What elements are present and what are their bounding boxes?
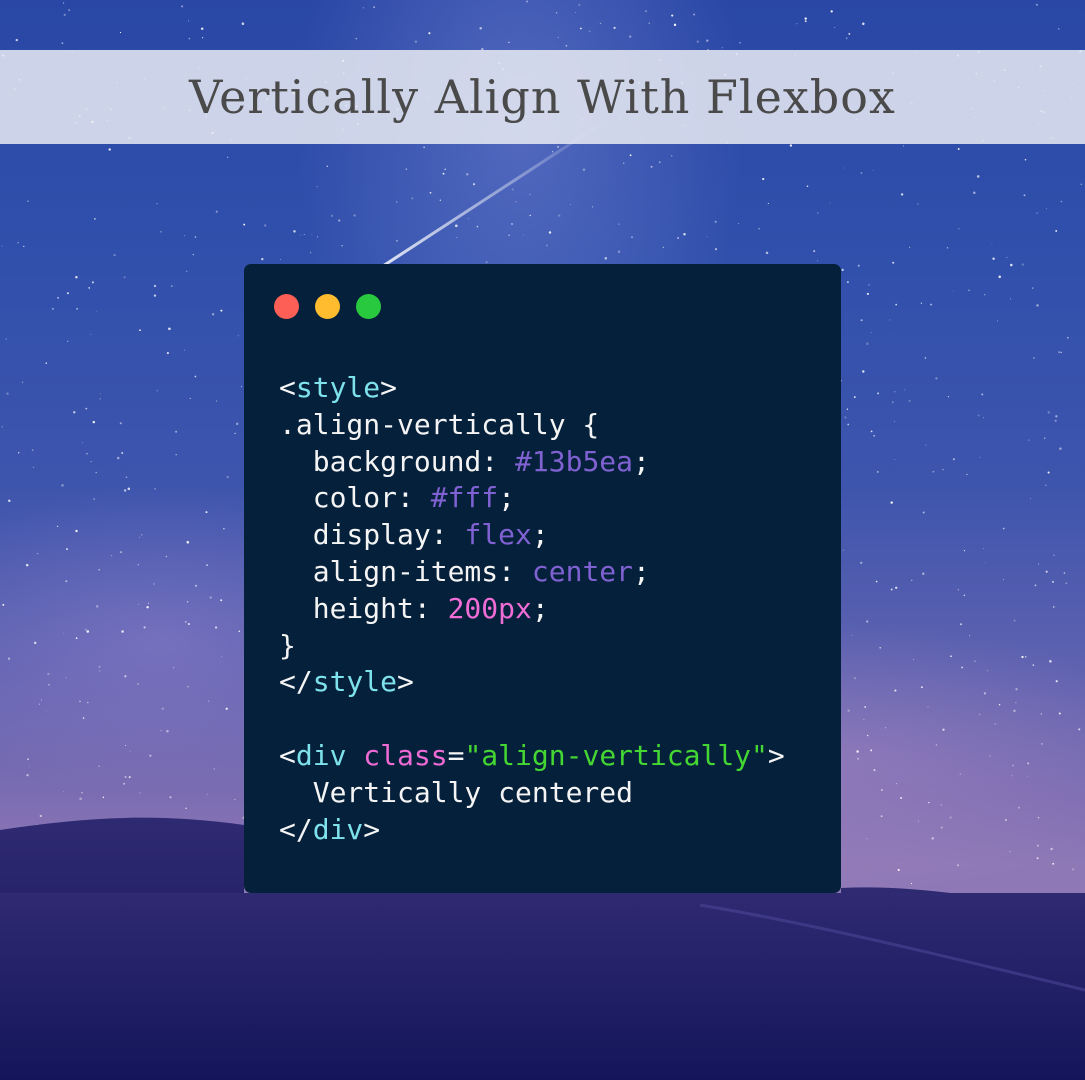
code-line-11: <div class="align-vertically"> (279, 738, 785, 772)
code-line-3: background: #13b5ea; (279, 444, 650, 478)
code-line-2: .align-vertically { (279, 407, 600, 441)
close-dot-icon (274, 294, 299, 319)
code-line-9: </style> (279, 665, 414, 699)
code-line-1: <style> (279, 371, 398, 404)
maximize-dot-icon (356, 294, 381, 319)
code-line-7: height: 200px; (279, 591, 549, 625)
code-line-12: Vertically centered (279, 775, 634, 809)
code-line-8: } (279, 628, 296, 662)
code-line-5: display: flex; (279, 518, 549, 552)
code-block: <style> .align-vertically { background: #… (279, 370, 785, 848)
code-window: <style> .align-vertically { background: #… (244, 264, 841, 893)
code-line-6: align-items: center; (279, 554, 650, 588)
code-line-4: color: #fff; (279, 481, 516, 515)
code-line-13: </div> (279, 812, 381, 846)
page-title: Vertically Align With Flexbox (189, 70, 896, 124)
title-banner: Vertically Align With Flexbox (0, 50, 1085, 144)
minimize-dot-icon (315, 294, 340, 319)
